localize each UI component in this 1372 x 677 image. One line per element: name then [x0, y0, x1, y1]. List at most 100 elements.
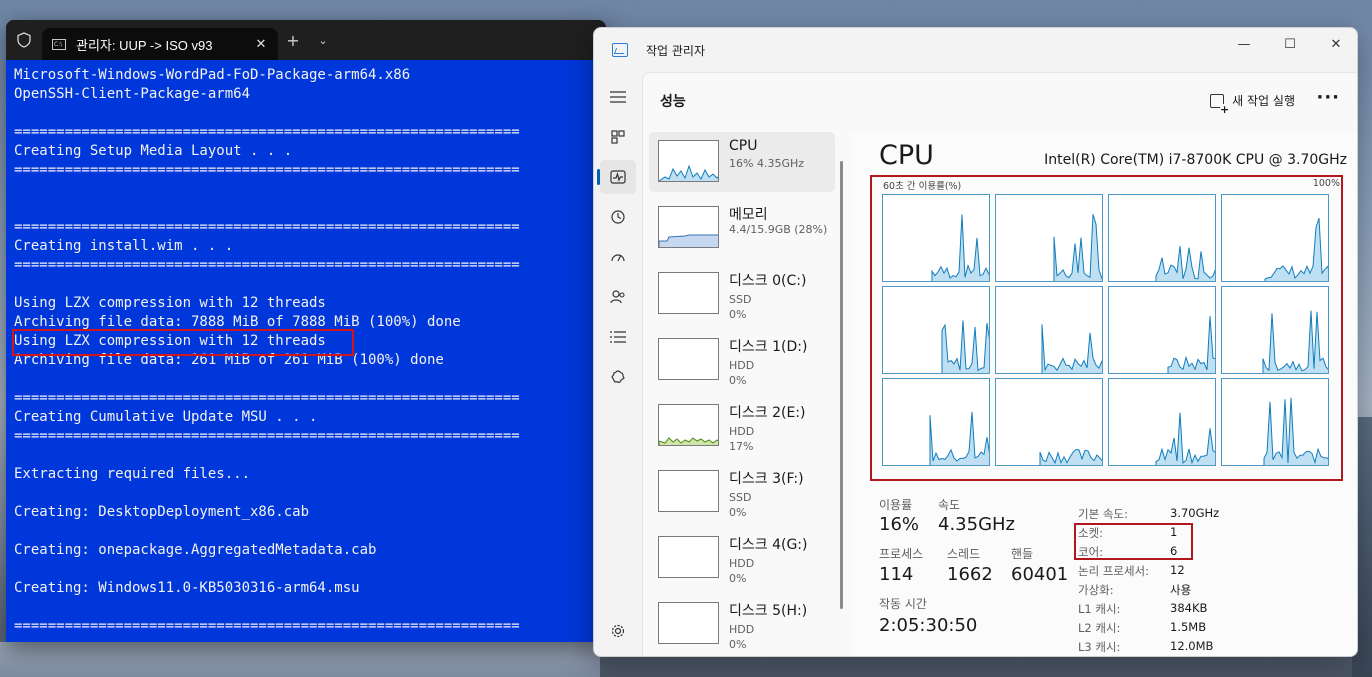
close-tab-icon[interactable]: ✕ — [250, 37, 272, 52]
device-detail-line1: SSD — [729, 293, 752, 306]
nav-users-icon[interactable] — [600, 280, 636, 314]
device-detail-line1: HDD — [729, 623, 755, 636]
terminal-line: Using LZX compression with 12 threads — [14, 295, 326, 311]
device-thumbnail-graph — [658, 272, 719, 314]
core-usage-graph — [1221, 194, 1329, 282]
device-thumbnail-graph — [658, 206, 719, 248]
more-options-button[interactable]: ··· — [1316, 87, 1340, 108]
window-title: 작업 관리자 — [646, 43, 706, 58]
uptime-label: 작동 시간 — [879, 597, 927, 611]
terminal-tab[interactable]: C:\ 관리자: UUP -> ISO v93 ✕ — [42, 28, 278, 60]
device-name: CPU — [729, 138, 758, 154]
maximize-button[interactable]: ☐ — [1267, 28, 1313, 60]
handles-label: 핸들 — [1011, 547, 1034, 561]
device-detail: 16% 4.35GHz — [729, 156, 804, 171]
terminal-line: Creating: DesktopDeployment_x86.cab — [14, 504, 310, 520]
nav-performance-icon[interactable] — [597, 160, 636, 194]
spec-value: 사용 — [1170, 583, 1192, 597]
device-detail-line1: HDD — [729, 425, 755, 438]
core-usage-graph — [882, 378, 990, 466]
spec-key: 가상화: — [1078, 583, 1114, 597]
device-thumbnail-graph — [658, 140, 719, 182]
minimize-button[interactable]: — — [1221, 28, 1267, 60]
performance-page: 성능 새 작업 실행 ··· CPU 16% 4.35GHz 메모리4.4/15.9… — [642, 72, 1357, 656]
graph-label: 60초 간 이용률(%) — [883, 181, 962, 192]
device-list-scrollbar[interactable] — [840, 161, 843, 609]
spec-value: 384KB — [1170, 601, 1208, 615]
device-thumbnail-graph — [658, 536, 719, 578]
speed-label: 속도 — [938, 498, 961, 512]
device-detail-line1: HDD — [729, 557, 755, 570]
device-detail-line1: 4.4/15.9GB (28%) — [729, 223, 828, 236]
shield-icon — [6, 20, 42, 60]
core-usage-graph — [995, 194, 1103, 282]
core-usage-graph — [882, 286, 990, 374]
run-new-task-button[interactable]: 새 작업 실행 — [1210, 92, 1295, 115]
processes-value: 114 — [879, 564, 914, 585]
device-name: 디스크 3(F:) — [729, 471, 804, 487]
terminal-line: ========================================… — [14, 618, 520, 634]
tab-dropdown-button[interactable]: ⌄ — [308, 34, 338, 47]
page-title: 성능 — [660, 93, 686, 110]
core-usage-graph — [1108, 194, 1216, 282]
close-button[interactable]: ✕ — [1313, 28, 1357, 60]
nav-services-icon[interactable] — [600, 360, 636, 394]
device-thumbnail-graph — [658, 602, 719, 644]
device-detail-line1: SSD — [729, 491, 752, 504]
spec-value: 12 — [1170, 563, 1185, 577]
device-thumbnail-graph — [658, 470, 719, 512]
terminal-line: Creating Cumulative Update MSU . . . — [14, 409, 318, 425]
terminal-line: ========================================… — [14, 124, 520, 140]
nav-processes-icon[interactable] — [600, 120, 636, 154]
terminal-output[interactable]: Microsoft-Windows-WordPad-FoD-Package-ar… — [6, 60, 606, 642]
settings-gear-icon[interactable] — [600, 614, 636, 648]
terminal-line: Creating: Windows11.0-KB5030316-arm64.ms… — [14, 580, 360, 596]
spec-value: 1.5MB — [1170, 620, 1207, 634]
device-detail: HDD 0% — [729, 556, 754, 586]
new-tab-button[interactable]: + — [278, 31, 308, 50]
nav-app-history-icon[interactable] — [600, 200, 636, 234]
device-thumbnail-graph — [658, 404, 719, 446]
graph-max-label: 100% — [1312, 178, 1340, 189]
threads-value: 1662 — [947, 564, 993, 585]
terminal-line: ========================================… — [14, 219, 520, 235]
terminal-line: Creating install.wim . . . — [14, 238, 234, 254]
device-item[interactable]: CPU 16% 4.35GHz — [649, 132, 835, 192]
nav-details-icon[interactable] — [600, 320, 636, 354]
utilization-value: 16% — [879, 514, 920, 535]
spec-key: 기본 속도: — [1078, 507, 1128, 521]
device-item[interactable]: 디스크 4(G:) HDD 0% — [649, 528, 835, 588]
device-item[interactable]: 메모리 4.4/15.9GB (28%) — [649, 198, 835, 258]
logical-processor-graphs[interactable] — [882, 194, 1331, 468]
uptime-value: 2:05:30:50 — [879, 615, 978, 636]
threads-label: 스레드 — [947, 547, 981, 561]
terminal-line: ========================================… — [14, 162, 520, 178]
run-new-task-label: 새 작업 실행 — [1232, 94, 1295, 108]
utilization-label: 이용률 — [879, 498, 913, 512]
terminal-line: Microsoft-Windows-WordPad-FoD-Package-ar… — [14, 67, 411, 83]
new-task-icon — [1210, 93, 1230, 115]
device-detail-line2: 17% — [729, 440, 754, 453]
desktop-wallpaper-bottom — [0, 642, 600, 677]
device-item[interactable]: 디스크 0(C:) SSD 0% — [649, 264, 835, 324]
device-item[interactable]: 디스크 5(H:) HDD 0% — [649, 594, 835, 654]
nav-startup-apps-icon[interactable] — [600, 240, 636, 274]
core-usage-graph — [995, 286, 1103, 374]
processes-label: 프로세스 — [879, 547, 924, 561]
spec-value: 12.0MB — [1170, 639, 1214, 653]
spec-key: 논리 프로세서: — [1078, 564, 1150, 578]
device-name: 메모리 — [729, 207, 768, 223]
device-item[interactable]: 디스크 3(F:) SSD 0% — [649, 462, 835, 522]
device-item[interactable]: 디스크 1(D:) HDD 0% — [649, 330, 835, 390]
spec-value: 3.70GHz — [1170, 506, 1220, 520]
speed-value: 4.35GHz — [938, 514, 1016, 535]
hamburger-menu-icon[interactable] — [600, 80, 636, 114]
terminal-titlebar: C:\ 관리자: UUP -> ISO v93 ✕ + ⌄ — [6, 20, 606, 60]
device-item[interactable]: 디스크 2(E:) HDD 17% — [649, 396, 835, 456]
